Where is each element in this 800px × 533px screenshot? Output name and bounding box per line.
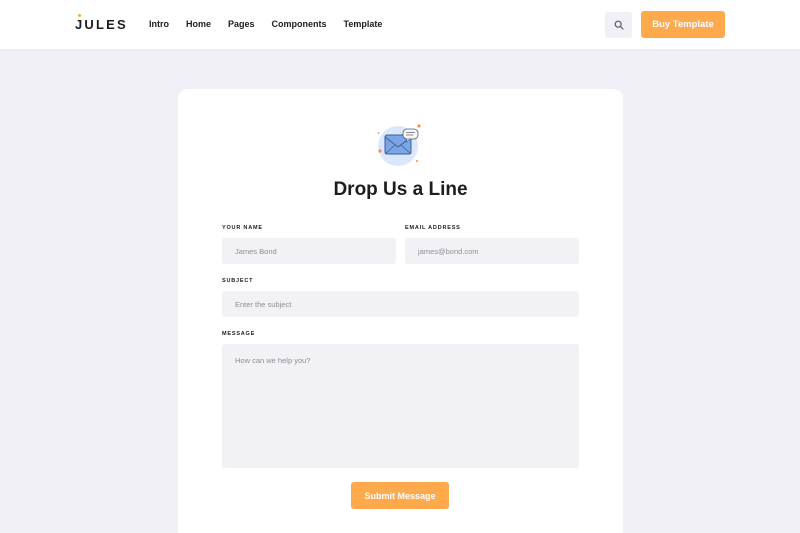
nav-item-components[interactable]: Components — [272, 19, 327, 30]
name-input[interactable] — [222, 238, 396, 264]
subject-input[interactable] — [222, 291, 579, 317]
message-label: MESSAGE — [222, 331, 256, 337]
nav-item-intro[interactable]: Intro — [149, 19, 169, 30]
search-button[interactable] — [605, 12, 632, 38]
search-icon — [614, 20, 624, 30]
buy-template-button[interactable]: Buy Template — [641, 11, 725, 38]
main-nav: Intro Home Pages Components Template — [149, 19, 399, 30]
nav-item-template[interactable]: Template — [344, 19, 383, 30]
email-input[interactable] — [405, 238, 579, 264]
contact-form-card: Drop Us a Line YOUR NAME EMAIL ADDRESS S… — [178, 89, 623, 533]
email-label: EMAIL ADDRESS — [405, 225, 461, 231]
logo[interactable]: JULES — [75, 14, 128, 32]
logo-dot — [78, 14, 81, 17]
name-label: YOUR NAME — [222, 225, 263, 231]
message-textarea[interactable] — [222, 344, 579, 468]
form-title: Drop Us a Line — [333, 179, 468, 200]
logo-text: JULES — [75, 17, 128, 32]
top-navbar: JULES Intro Home Pages Components Templa… — [0, 0, 800, 49]
envelope-chat-icon — [377, 124, 421, 166]
subject-label: SUBJECT — [222, 278, 254, 284]
nav-item-pages[interactable]: Pages — [228, 19, 255, 30]
nav-item-home[interactable]: Home — [186, 19, 211, 30]
submit-message-button[interactable]: Submit Message — [351, 482, 449, 509]
